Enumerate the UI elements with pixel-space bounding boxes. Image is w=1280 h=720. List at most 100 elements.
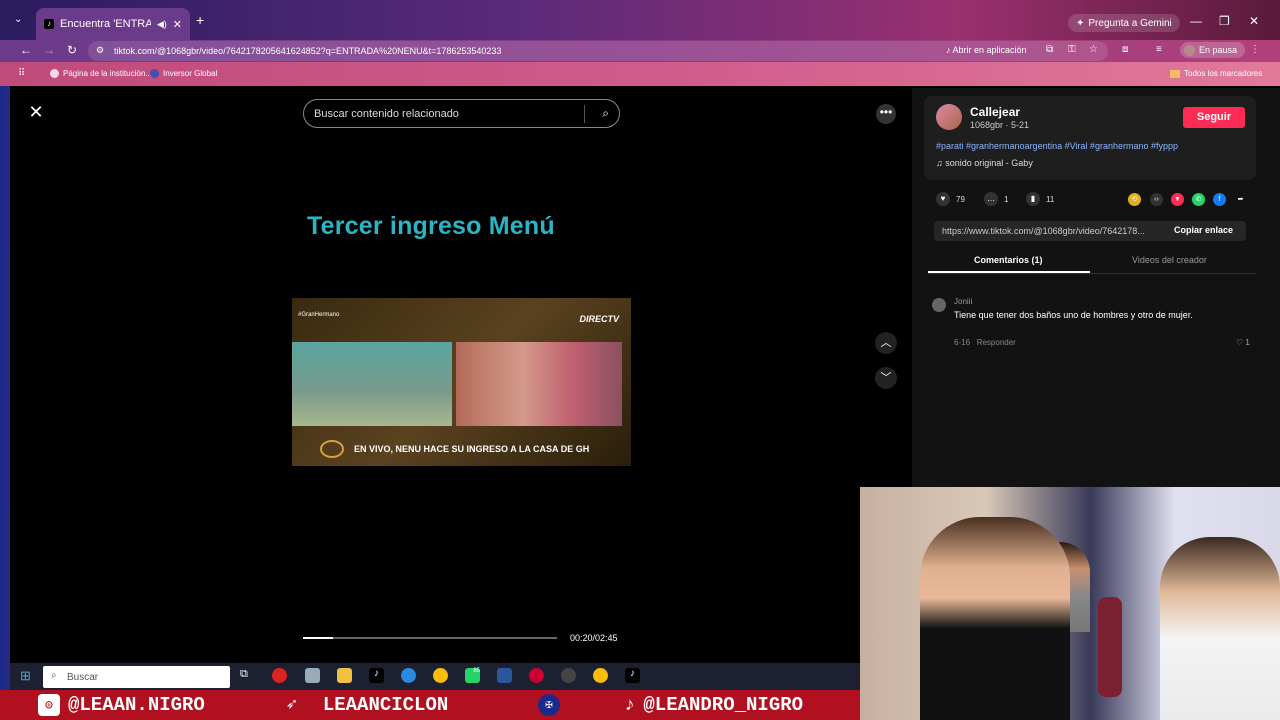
profile-button[interactable]: En pausa (1180, 42, 1246, 58)
tiktok-icon[interactable]: ♪ (369, 668, 384, 683)
translate-icon[interactable]: ⧉ (1046, 44, 1053, 55)
tab-creator-videos[interactable]: Videos del creador (1132, 255, 1207, 265)
person-streamer (920, 517, 1070, 720)
like-button[interactable]: ♥ 79 (936, 192, 965, 206)
url-text: tiktok.com/@1068gbr/video/76421782056416… (114, 46, 502, 56)
chrome-icon[interactable] (433, 668, 448, 683)
search-divider (584, 105, 585, 123)
whatsapp-icon[interactable]: 85 (465, 668, 480, 683)
commenter-name[interactable]: Joniii (954, 297, 972, 306)
site-info-icon[interactable]: ⚙ (96, 45, 104, 56)
whatsapp-icon[interactable]: ✆ (1192, 193, 1205, 206)
new-tab-button[interactable]: + (196, 13, 204, 27)
bookmarks-bar: ⠿ Página de la institución... Inversor G… (0, 62, 1280, 86)
copy-link-button[interactable]: Copiar enlace (1174, 225, 1233, 235)
comment-text: Tiene que tener dos baños uno de hombres… (954, 310, 1193, 320)
heart-icon: ♥ (936, 192, 950, 206)
chrome-icon[interactable] (593, 668, 608, 683)
restore-button[interactable]: ❐ (1219, 14, 1230, 28)
task-view-icon[interactable]: ⧉ (240, 668, 255, 683)
speaker-icon[interactable]: ◀) (157, 19, 167, 30)
repost-icon[interactable]: ⟲ (1128, 193, 1141, 206)
windows-start-icon[interactable]: ⊞ (20, 668, 31, 684)
commenter-avatar[interactable] (932, 298, 946, 312)
bookmark-icon: ▮ (1026, 192, 1040, 206)
app-icon[interactable] (529, 668, 544, 683)
bookmark-label: Página de la institución... (63, 69, 152, 78)
creator-name[interactable]: Callejear (970, 105, 1020, 119)
facebook-icon[interactable]: f (1213, 193, 1226, 206)
edge-icon[interactable] (401, 668, 416, 683)
browser-tab-active[interactable]: ♪ Encuentra 'ENTRADA NENU' ◀) ✕ (36, 8, 190, 40)
forward-button[interactable]: → (43, 43, 55, 57)
all-bookmarks-button[interactable]: Todos los marcadores (1170, 69, 1262, 78)
club-crest-icon: ✠ (538, 694, 560, 716)
comment-like-button[interactable]: ♡ 1 (1236, 338, 1250, 347)
word-icon[interactable] (497, 668, 512, 683)
music-note-icon: ♫ (936, 158, 943, 168)
progress-fill (303, 637, 334, 639)
bookmark-item[interactable]: Página de la institución... (50, 69, 152, 78)
sound-link[interactable]: ♫ sonido original - Gaby (936, 158, 1033, 168)
opera-icon[interactable] (272, 668, 287, 683)
tab-search-icon[interactable]: ⌄ (14, 14, 22, 25)
reply-button[interactable]: Responder (977, 338, 1016, 347)
like-count: 79 (956, 194, 965, 204)
share-arrow-icon[interactable]: ➦ (1234, 193, 1247, 206)
tab-comments[interactable]: Comentarios (1) (974, 255, 1043, 265)
time-display: 00:20/02:45 (570, 633, 618, 643)
progress-bar[interactable] (303, 637, 557, 639)
media-control-icon[interactable]: ≡ (1156, 44, 1162, 55)
extensions-icon[interactable]: ⧈ (1122, 44, 1128, 55)
directv-logo: DIRECTV (579, 314, 619, 324)
open-in-app-button[interactable]: ♪ Abrir en aplicación (946, 45, 1027, 55)
gemini-icon: ✦ (1076, 17, 1085, 29)
tiktok-text: @LEANDRO_NIGRO (643, 694, 804, 716)
more-options-icon[interactable]: ••• (876, 104, 896, 124)
menu-kebab-icon[interactable]: ⋮ (1250, 44, 1260, 55)
next-video-button[interactable]: ﹀ (875, 367, 897, 389)
bookmark-star-icon[interactable]: ☆ (1089, 44, 1098, 55)
creator-meta: 1068gbr · 5-21 (970, 120, 1030, 130)
tiktok-icon: ♪ (624, 694, 636, 716)
save-button[interactable]: ▮ 11 (1026, 192, 1054, 206)
gh-eye-logo (320, 440, 344, 458)
hashtags[interactable]: #parati #granhermanoargentina #Viral #gr… (936, 141, 1178, 151)
previous-video-button[interactable]: ︿ (875, 332, 897, 354)
creator-avatar[interactable] (936, 104, 962, 130)
send-icon[interactable]: ▼ (1171, 193, 1184, 206)
app-icon[interactable] (305, 668, 320, 683)
profile-status: En pausa (1199, 45, 1238, 55)
search-icon[interactable]: ⌕ (602, 106, 609, 121)
globe-icon (50, 69, 59, 78)
back-button[interactable]: ← (20, 43, 32, 57)
follow-button[interactable]: Seguir (1183, 107, 1245, 128)
bookmark-item[interactable]: Inversor Global (150, 69, 217, 78)
frame-right-scene (456, 342, 622, 426)
comment-button[interactable]: … 1 (984, 192, 1008, 206)
apps-grid-icon[interactable]: ⠿ (18, 68, 25, 79)
instagram-text: @LEAAN.NIGRO (68, 694, 205, 716)
comment-like-count: 1 (1245, 338, 1250, 347)
taskbar-search-input[interactable]: ⌕ Buscar (43, 666, 230, 688)
active-tab-indicator (928, 271, 1090, 273)
instagram-handle: ◎ @LEAAN.NIGRO (38, 694, 205, 716)
file-explorer-icon[interactable] (337, 668, 352, 683)
sound-label: sonido original - Gaby (945, 158, 1033, 168)
close-tab-icon[interactable]: ✕ (173, 18, 182, 31)
related-search-input[interactable]: Buscar contenido relacionado ⌕ (303, 99, 620, 128)
info-icon (150, 69, 159, 78)
minimize-button[interactable]: — (1190, 14, 1202, 28)
close-icon[interactable]: ✕ (24, 100, 48, 124)
obs-icon[interactable] (561, 668, 576, 683)
open-app-label: Abrir en aplicación (952, 45, 1027, 55)
screen: ⌄ ♪ Encuentra 'ENTRADA NENU' ◀) ✕ + ✦Pre… (0, 0, 1280, 720)
embed-icon[interactable]: ‹› (1150, 193, 1163, 206)
gemini-button[interactable]: ✦ Pregunta a Gemini (1068, 14, 1180, 32)
reload-button[interactable]: ↻ (67, 43, 77, 57)
kick-text: LEAANCICLON (322, 694, 449, 716)
close-window-button[interactable]: ✕ (1249, 14, 1259, 28)
password-key-icon[interactable]: ⚿ (1068, 44, 1076, 55)
tiktok-icon[interactable]: ♪ (625, 668, 640, 683)
comment-icon: … (984, 192, 998, 206)
